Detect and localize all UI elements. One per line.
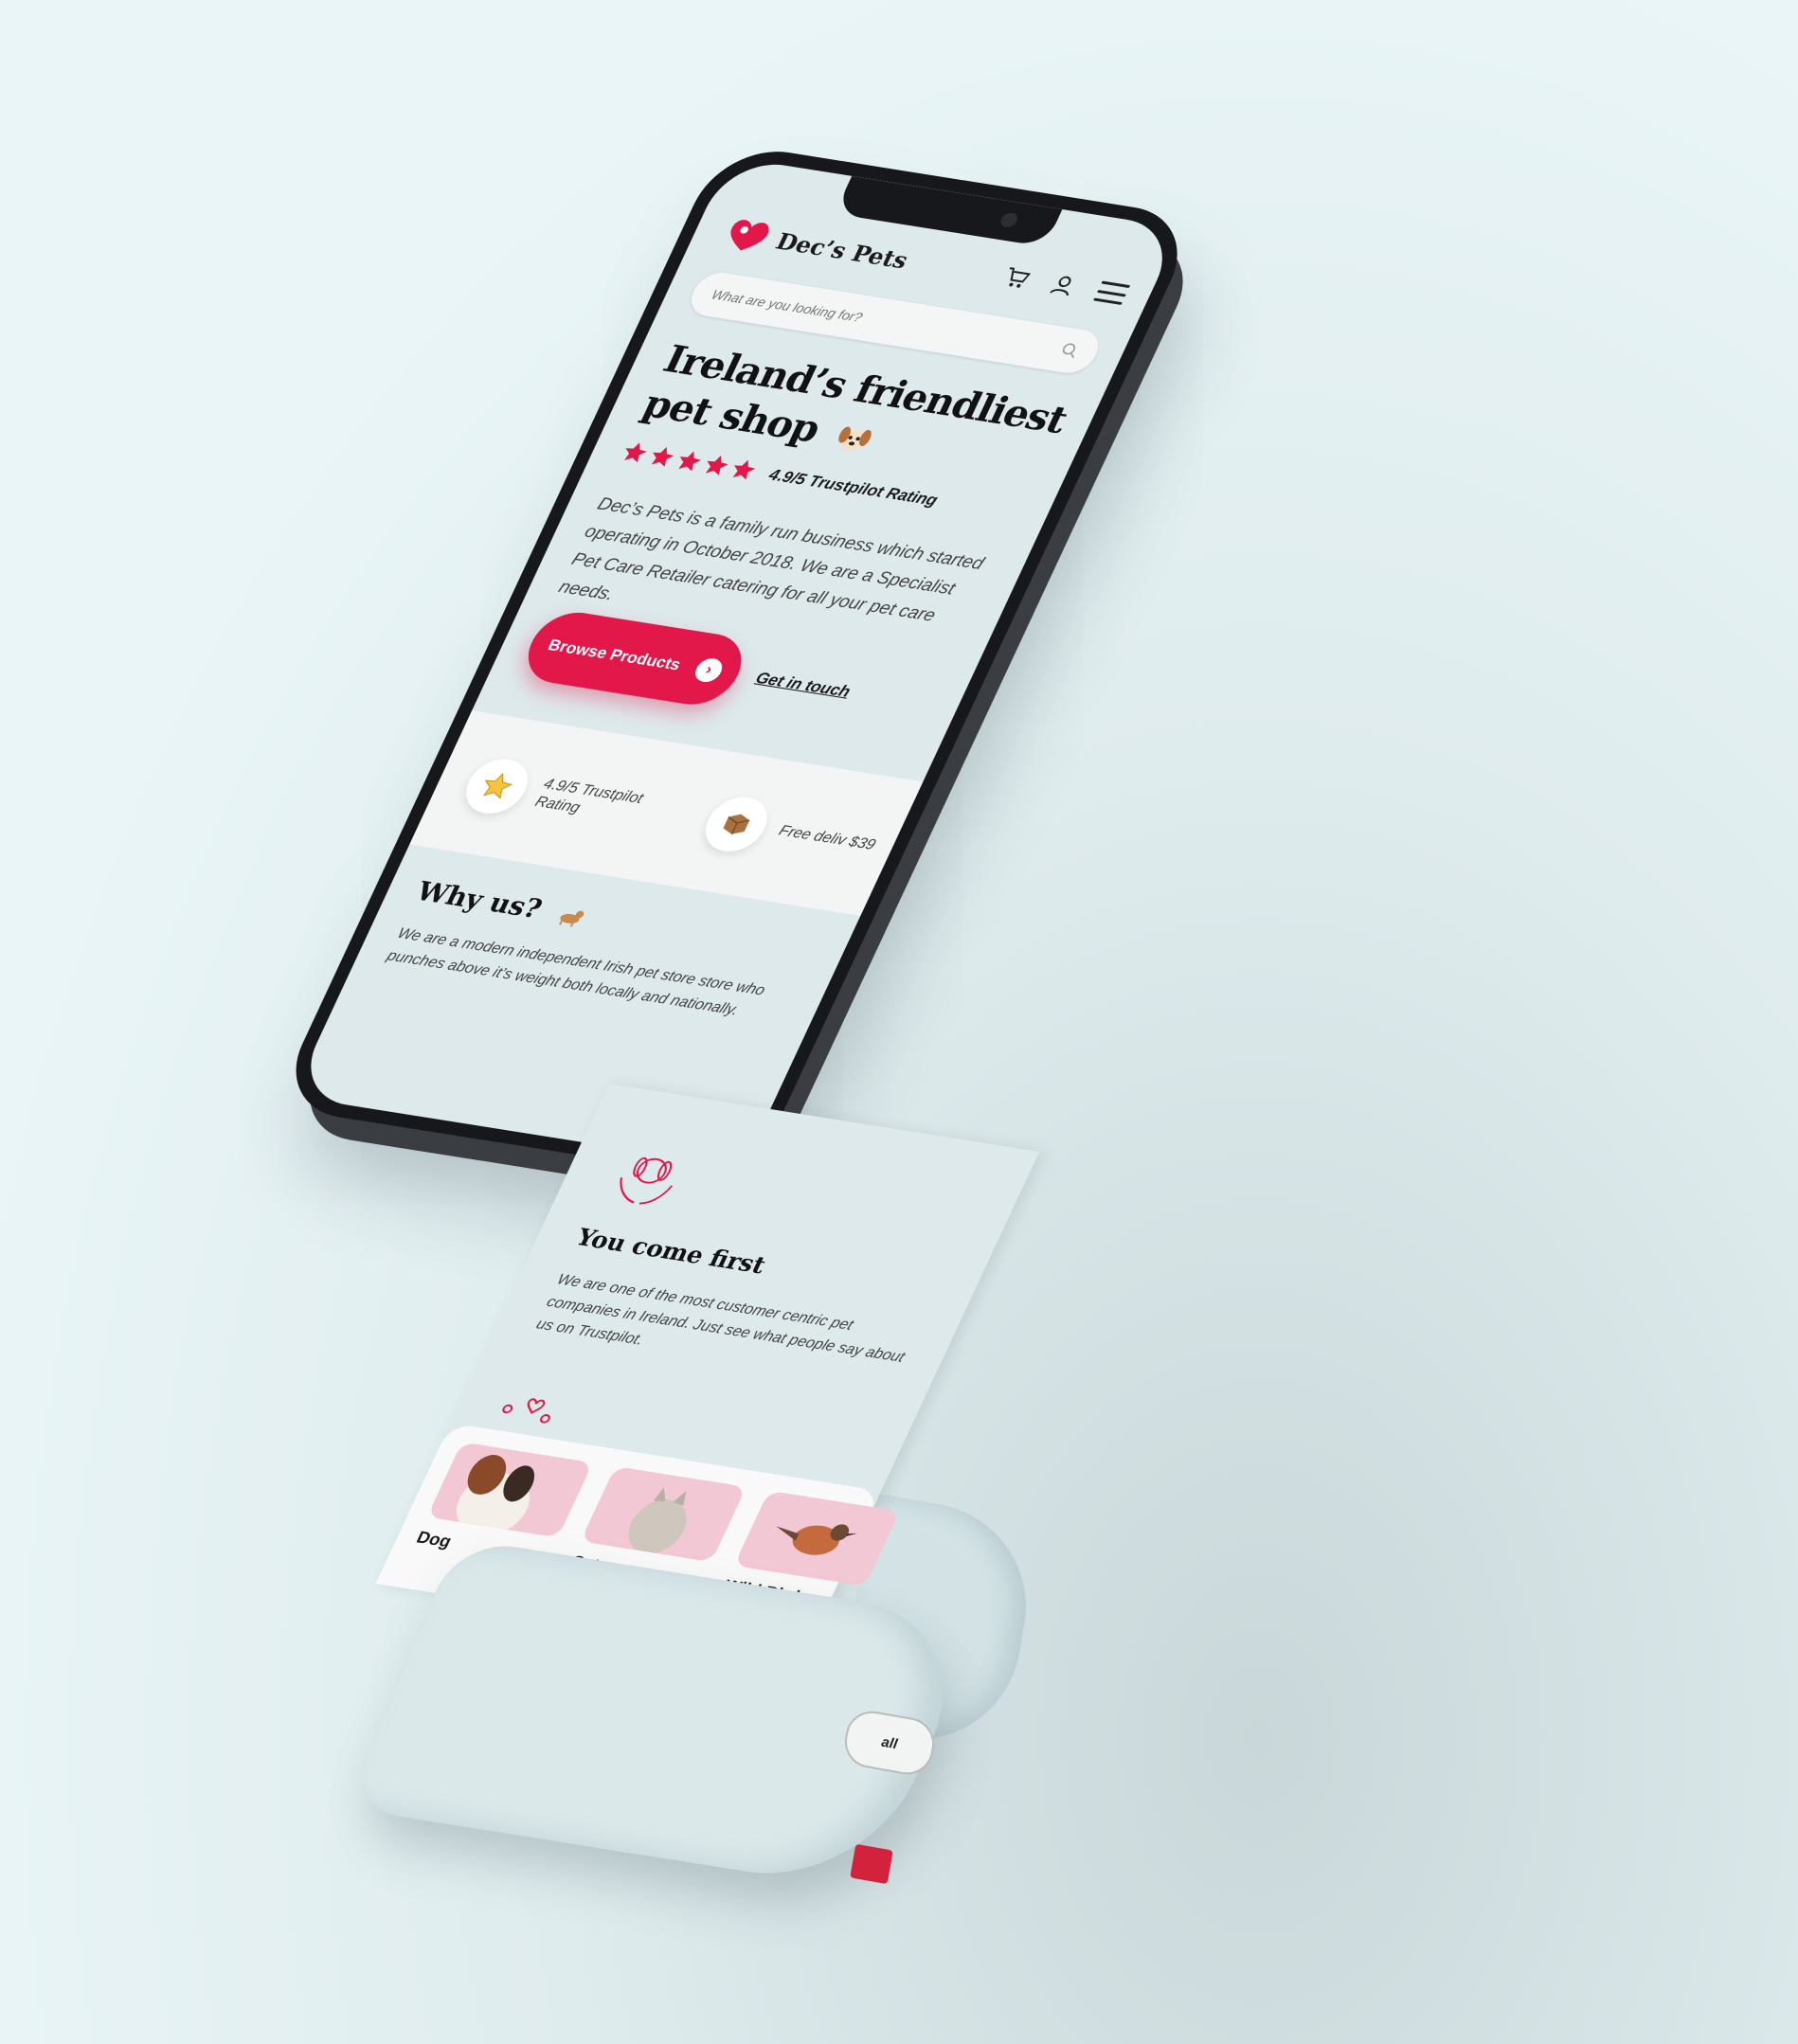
why-us-heading: Why us? xyxy=(411,875,548,924)
star-icon xyxy=(732,459,756,480)
usp-item: 4.9/5 Trustpilot Rating xyxy=(456,755,674,839)
why-us-title: Why us? xyxy=(411,875,591,931)
paw-hearts-icon xyxy=(502,1398,550,1424)
you-come-first-title: You come first xyxy=(571,1223,771,1280)
pet-care-hands-icon xyxy=(620,1156,674,1205)
usp-item: Free deliv $39 xyxy=(695,793,914,877)
get-in-touch-link[interactable]: Get in touch xyxy=(752,669,854,701)
star-icon xyxy=(456,755,538,818)
rating-text: 4.9/5 Trustpilot Rating xyxy=(765,465,942,510)
usp-text: Free deliv $39 xyxy=(776,822,878,853)
phone-frame: Dec’s Pets What are you looking for? Ire… xyxy=(273,142,1200,1183)
phone-screen: Dec’s Pets What are you looking for? Ire… xyxy=(292,156,1181,1168)
dog-emoji-icon xyxy=(559,910,584,926)
logo-icon xyxy=(730,220,769,251)
mockup-scene: Dec’s Pets What are you looking for? Ire… xyxy=(0,0,1798,2044)
usp-text: 4.9/5 Trustpilot Rating xyxy=(532,776,646,816)
hamburger-icon[interactable] xyxy=(1092,280,1131,306)
cat-image xyxy=(580,1466,746,1563)
camera-icon xyxy=(998,211,1020,229)
cart-icon[interactable] xyxy=(998,264,1034,292)
dog-face-emoji-icon xyxy=(838,426,872,451)
browse-products-label: Browse Products xyxy=(545,636,684,674)
why-us-text: We are a modern independent Irish pet st… xyxy=(384,925,768,1019)
user-icon[interactable] xyxy=(1046,272,1081,299)
you-come-first-text: We are one of the most customer centric … xyxy=(533,1271,908,1366)
chevron-right-icon: › xyxy=(691,656,727,684)
product-image-fragment xyxy=(850,1843,893,1885)
box-icon xyxy=(695,793,778,856)
brand-name[interactable]: Dec’s Pets xyxy=(772,227,913,274)
dog-image xyxy=(426,1442,593,1538)
